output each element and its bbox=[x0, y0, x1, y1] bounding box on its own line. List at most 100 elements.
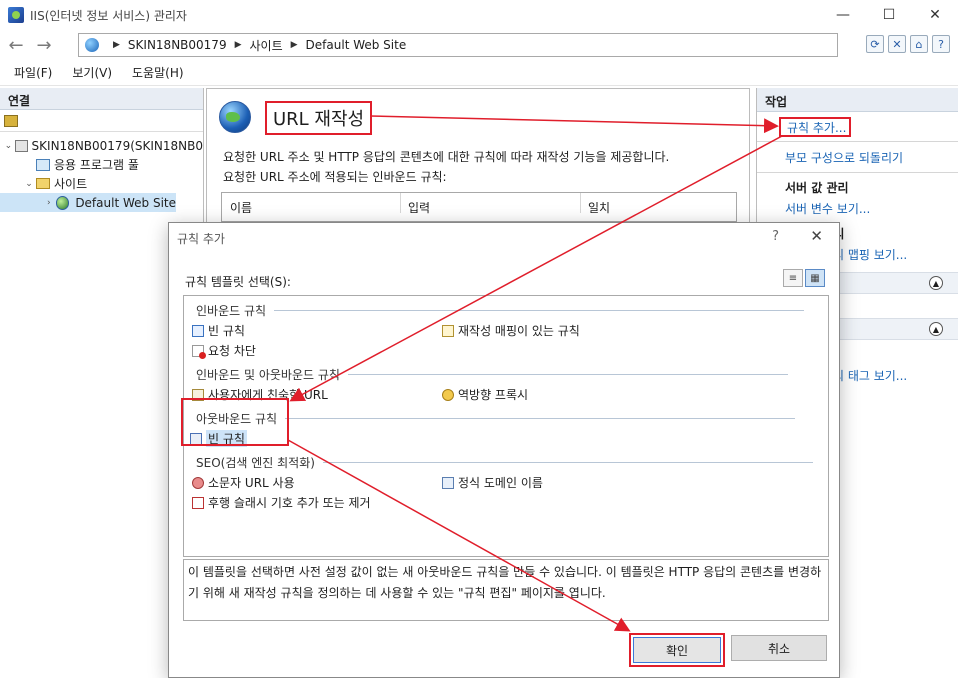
trailing-slash-icon bbox=[192, 496, 204, 509]
tree-item-server[interactable]: ⌄ SKIN18NB00179(SKIN18NB0 bbox=[0, 136, 203, 155]
template-label: 빈 규칙 bbox=[208, 324, 245, 338]
block-request-icon bbox=[192, 344, 206, 359]
lowercase-icon bbox=[192, 476, 204, 489]
view-toggle: ≡ ▦ bbox=[783, 269, 825, 287]
tree-item-label: Default Web Site bbox=[75, 195, 176, 210]
breadcrumb-server[interactable]: SKIN18NB00179 bbox=[128, 38, 227, 52]
group-divider bbox=[347, 374, 788, 375]
server-vars-group-title: 서버 값 관리 bbox=[785, 180, 849, 195]
template-select-label: 규칙 템플릿 선택(S): bbox=[185, 275, 291, 289]
template-blank-outbound[interactable]: 빈 규칙 bbox=[190, 430, 247, 447]
divider bbox=[757, 141, 958, 142]
help-icon[interactable]: ? bbox=[932, 35, 950, 53]
sites-folder-icon bbox=[36, 178, 50, 189]
canonical-domain-icon bbox=[442, 476, 454, 489]
connections-tree: ⌄ SKIN18NB00179(SKIN18NB0 응용 프로그램 풀 ⌄ 사이… bbox=[0, 132, 203, 212]
template-lowercase-url[interactable]: 소문자 URL 사용 bbox=[192, 474, 295, 491]
back-button[interactable]: ← bbox=[4, 33, 28, 57]
outbound-rule-icon bbox=[190, 432, 202, 445]
breadcrumb-default-web-site[interactable]: Default Web Site bbox=[306, 38, 407, 52]
connect-icon[interactable] bbox=[4, 114, 18, 127]
template-label: 역방향 프록시 bbox=[458, 388, 529, 402]
friendly-url-icon bbox=[192, 388, 204, 401]
expand-icon[interactable]: ⌄ bbox=[4, 141, 13, 151]
menu-help[interactable]: 도움말(H) bbox=[132, 64, 184, 81]
toolbar-icons: ⟳ ✕ ⌂ ? bbox=[866, 35, 950, 53]
app-pool-icon bbox=[36, 158, 50, 171]
menu-bar: 파일(F) 보기(V) 도움말(H) bbox=[0, 60, 958, 86]
inbound-rules-grid: 이름 입력 일치 bbox=[221, 192, 737, 222]
address-bar[interactable]: ▶ SKIN18NB00179 ▶ 사이트 ▶ Default Web Site bbox=[78, 33, 838, 57]
navigation-bar: ← → ▶ SKIN18NB00179 ▶ 사이트 ▶ Default Web … bbox=[0, 30, 958, 60]
ok-button[interactable]: 확인 bbox=[633, 637, 721, 663]
column-header-match[interactable]: 일치 bbox=[588, 199, 610, 216]
rewrite-map-icon bbox=[442, 324, 454, 337]
globe-icon bbox=[85, 38, 99, 52]
template-rewrite-map[interactable]: 재작성 매핑이 있는 규칙 bbox=[442, 322, 580, 339]
template-trailing-slash[interactable]: 후행 슬래시 기호 추가 또는 제거 bbox=[192, 494, 371, 511]
expand-icon[interactable]: ⌄ bbox=[24, 179, 34, 189]
window-controls: — ☐ ✕ bbox=[820, 0, 958, 30]
template-label: 사용자에게 친숙한 URL bbox=[208, 388, 328, 402]
chevron-right-icon: ▶ bbox=[234, 40, 242, 50]
help-icon[interactable]: ? bbox=[772, 229, 779, 244]
forward-button[interactable]: → bbox=[32, 33, 56, 57]
view-server-vars-link[interactable]: 서버 변수 보기... bbox=[757, 197, 958, 219]
template-canonical-domain[interactable]: 정식 도메인 이름 bbox=[442, 474, 543, 491]
close-button[interactable]: ✕ bbox=[912, 0, 958, 30]
revert-to-parent-link[interactable]: 부모 구성으로 되돌리기 bbox=[757, 146, 958, 168]
group-inbound: 인바운드 규칙 bbox=[196, 302, 805, 319]
tree-item-label: 사이트 bbox=[54, 177, 88, 191]
title-bar: IIS(인터넷 정보 서비스) 관리자 — ☐ ✕ bbox=[0, 0, 958, 30]
reverse-proxy-icon bbox=[442, 388, 454, 401]
template-description: 이 템플릿을 선택하면 사전 설정 값이 없는 새 아웃바운드 규칙을 만들 수… bbox=[183, 559, 829, 621]
breadcrumb-sites[interactable]: 사이트 bbox=[250, 37, 283, 54]
actions-header: 작업 bbox=[757, 88, 958, 112]
details-view-icon[interactable]: ≡ bbox=[783, 269, 803, 287]
stop-icon[interactable]: ✕ bbox=[888, 35, 906, 53]
column-header-name[interactable]: 이름 bbox=[230, 199, 252, 216]
group-seo: SEO(검색 엔진 최적화) bbox=[196, 454, 813, 471]
tree-item-label: SKIN18NB00179(SKIN18NB0 bbox=[31, 138, 203, 153]
template-reverse-proxy[interactable]: 역방향 프록시 bbox=[442, 386, 528, 403]
website-globe-icon bbox=[55, 195, 70, 210]
server-icon bbox=[14, 139, 28, 152]
close-icon[interactable]: ✕ bbox=[810, 227, 823, 245]
tiles-view-icon[interactable]: ▦ bbox=[805, 269, 825, 287]
tree-item-app-pools[interactable]: 응용 프로그램 풀 bbox=[0, 155, 203, 174]
divider bbox=[757, 172, 958, 173]
maximize-button[interactable]: ☐ bbox=[866, 0, 912, 30]
description-line-1: 요청한 URL 주소 및 HTTP 응답의 콘텐츠에 대한 규칙에 따라 재작성… bbox=[223, 150, 670, 164]
menu-file[interactable]: 파일(F) bbox=[14, 64, 52, 81]
dialog-title: 규칙 추가 bbox=[177, 231, 225, 246]
description-line-2: 요청한 URL 주소에 적용되는 인바운드 규칙: bbox=[223, 170, 447, 184]
template-user-friendly-url[interactable]: 사용자에게 친숙한 URL bbox=[192, 386, 328, 403]
ok-button-highlight: 확인 bbox=[629, 633, 725, 667]
chevron-right-icon: ▶ bbox=[113, 40, 120, 50]
template-request-blocking[interactable]: 요청 차단 bbox=[192, 342, 256, 359]
group-label: 인바운드 및 아웃바운드 규칙 bbox=[196, 368, 340, 382]
connections-toolbar bbox=[0, 110, 203, 132]
collapse-icon[interactable]: ▲ bbox=[929, 276, 943, 290]
template-list: 인바운드 규칙 빈 규칙 재작성 매핑이 있는 규칙 요청 차단 인바운드 및 … bbox=[183, 295, 829, 557]
cancel-button[interactable]: 취소 bbox=[731, 635, 827, 661]
connections-header: 연결 bbox=[0, 88, 203, 110]
minimize-button[interactable]: — bbox=[820, 0, 866, 30]
group-inbound-outbound: 인바운드 및 아웃바운드 규칙 bbox=[196, 366, 788, 383]
tree-item-sites[interactable]: ⌄ 사이트 bbox=[0, 174, 203, 193]
column-header-input[interactable]: 입력 bbox=[408, 199, 430, 216]
template-blank-inbound[interactable]: 빈 규칙 bbox=[192, 322, 245, 339]
add-rule-link[interactable]: 규칙 추가... bbox=[779, 117, 851, 137]
collapse-icon[interactable]: ▲ bbox=[929, 322, 943, 336]
tree-item-default-web-site[interactable]: › Default Web Site bbox=[0, 193, 176, 212]
home-icon[interactable]: ⌂ bbox=[910, 35, 928, 53]
expand-icon[interactable]: › bbox=[44, 198, 54, 208]
window-title: IIS(인터넷 정보 서비스) 관리자 bbox=[30, 8, 187, 23]
template-label: 빈 규칙 bbox=[206, 430, 247, 447]
page-title: URL 재작성 bbox=[265, 101, 373, 135]
menu-view[interactable]: 보기(V) bbox=[72, 64, 112, 81]
refresh-icon[interactable]: ⟳ bbox=[866, 35, 884, 53]
blank-rule-icon bbox=[192, 324, 204, 337]
feature-description: 요청한 URL 주소 및 HTTP 응답의 콘텐츠에 대한 규칙에 따라 재작성… bbox=[223, 147, 669, 187]
template-label: 후행 슬래시 기호 추가 또는 제거 bbox=[208, 496, 371, 510]
